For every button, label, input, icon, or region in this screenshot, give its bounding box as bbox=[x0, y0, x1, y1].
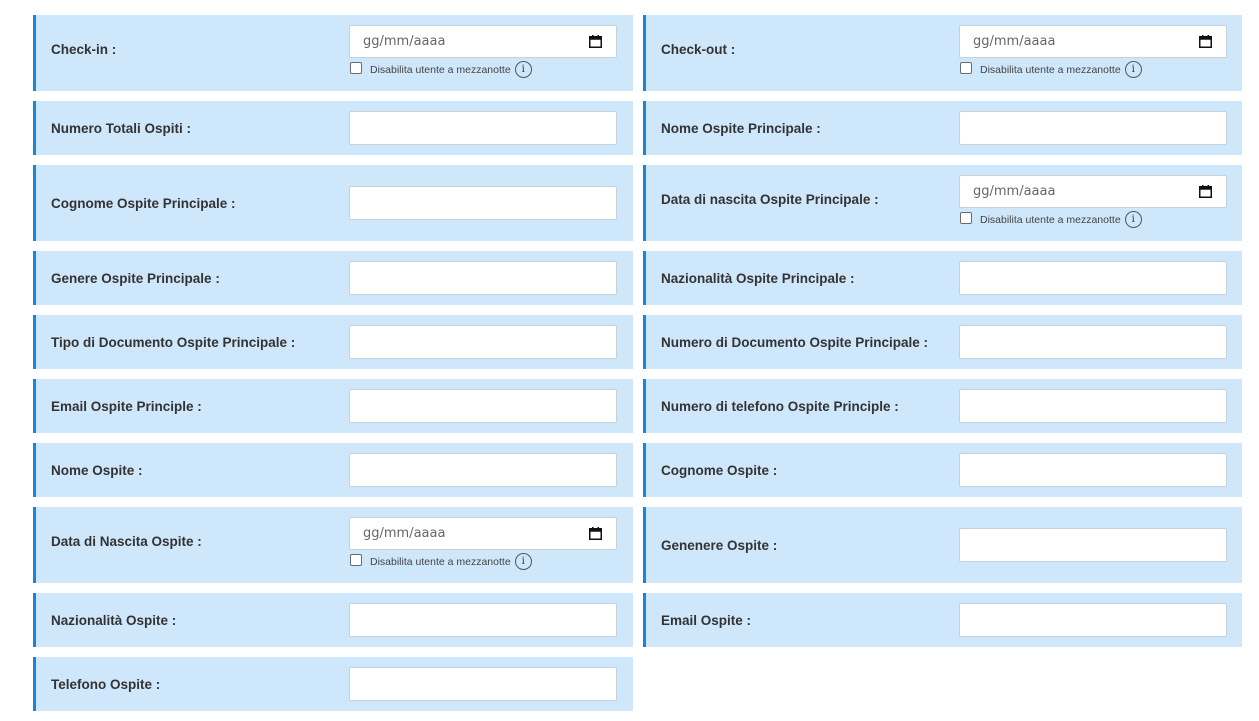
total-guests-label: Numero Totali Ospiti : bbox=[51, 120, 192, 136]
date-placeholder: gg/mm/aaaa bbox=[973, 184, 1056, 199]
disable-midnight-checkbox[interactable] bbox=[350, 553, 362, 566]
main-guest-surname-input[interactable] bbox=[349, 186, 617, 220]
main-guest-document-type-label: Tipo di Documento Ospite Principale : bbox=[51, 334, 296, 350]
guest-birthdate-row: Data di Nascita Ospite : gg/mm/aaaa Disa… bbox=[33, 507, 633, 583]
main-guest-gender-input[interactable] bbox=[349, 261, 617, 295]
main-guest-document-type-input[interactable] bbox=[349, 325, 617, 359]
info-icon[interactable]: i bbox=[514, 553, 532, 570]
main-guest-gender-label: Genere Ospite Principale : bbox=[51, 270, 220, 286]
main-guest-surname-label: Cognome Ospite Principale : bbox=[51, 195, 236, 211]
calendar-icon[interactable] bbox=[1199, 35, 1212, 48]
guest-gender-label: Genenere Ospite : bbox=[661, 537, 778, 553]
checkin-label: Check-in : bbox=[51, 42, 117, 57]
main-guest-email-input[interactable] bbox=[349, 389, 617, 423]
total-guests-row: Numero Totali Ospiti : bbox=[33, 101, 633, 155]
main-guest-nationality-input[interactable] bbox=[959, 261, 1227, 295]
main-guest-nationality-row: Nazionalità Ospite Principale : bbox=[643, 251, 1242, 305]
guest-gender-row: Genenere Ospite : bbox=[643, 507, 1242, 583]
disable-midnight-option: Disabilita utente a mezzanotte i bbox=[350, 553, 617, 570]
main-guest-name-row: Nome Ospite Principale : bbox=[643, 101, 1242, 155]
main-guest-document-number-row: Numero di Documento Ospite Principale : bbox=[643, 315, 1242, 369]
guest-nationality-row: Nazionalità Ospite : bbox=[33, 593, 633, 647]
checkout-date-group: gg/mm/aaaa Disabilita utente a mezzanott… bbox=[959, 25, 1227, 78]
disable-midnight-option: Disabilita utente a mezzanotte i bbox=[960, 61, 1227, 78]
main-guest-birthdate-group: gg/mm/aaaa Disabilita utente a mezzanott… bbox=[959, 175, 1227, 228]
main-guest-name-input[interactable] bbox=[959, 111, 1227, 145]
main-guest-phone-row: Numero di telefono Ospite Principle : bbox=[643, 379, 1242, 433]
guest-surname-row: Cognome Ospite : bbox=[643, 443, 1242, 497]
main-guest-name-label: Nome Ospite Principale : bbox=[661, 120, 821, 136]
disable-midnight-option: Disabilita utente a mezzanotte i bbox=[350, 61, 617, 78]
disable-midnight-label: Disabilita utente a mezzanotte bbox=[370, 555, 511, 568]
guest-surname-label: Cognome Ospite : bbox=[661, 462, 778, 478]
disable-midnight-checkbox[interactable] bbox=[960, 61, 972, 74]
main-guest-email-row: Email Ospite Principle : bbox=[33, 379, 633, 433]
main-guest-email-label: Email Ospite Principle : bbox=[51, 398, 202, 414]
info-icon[interactable]: i bbox=[1124, 211, 1142, 228]
date-placeholder: gg/mm/aaaa bbox=[973, 34, 1056, 49]
info-icon[interactable]: i bbox=[514, 61, 532, 78]
disable-midnight-checkbox[interactable] bbox=[350, 61, 362, 74]
disable-midnight-label: Disabilita utente a mezzanotte bbox=[370, 63, 511, 76]
guest-name-input[interactable] bbox=[349, 453, 617, 487]
guest-phone-input[interactable] bbox=[349, 667, 617, 701]
checkin-row: Check-in : gg/mm/aaaa Disabilita utente … bbox=[33, 15, 633, 91]
guest-birthdate-input[interactable]: gg/mm/aaaa bbox=[349, 517, 617, 550]
checkout-date-input[interactable]: gg/mm/aaaa bbox=[959, 25, 1227, 58]
main-guest-document-number-input[interactable] bbox=[959, 325, 1227, 359]
main-guest-nationality-label: Nazionalità Ospite Principale : bbox=[661, 270, 855, 286]
main-guest-document-number-label: Numero di Documento Ospite Principale : bbox=[661, 334, 929, 350]
checkout-row: Check-out : gg/mm/aaaa Disabilita utente… bbox=[643, 15, 1242, 91]
date-placeholder: gg/mm/aaaa bbox=[363, 34, 446, 49]
guest-name-label: Nome Ospite : bbox=[51, 462, 143, 478]
total-guests-input[interactable] bbox=[349, 111, 617, 145]
main-guest-phone-label: Numero di telefono Ospite Principle : bbox=[661, 398, 899, 414]
guest-gender-input[interactable] bbox=[959, 528, 1227, 562]
date-placeholder: gg/mm/aaaa bbox=[363, 526, 446, 541]
main-guest-surname-row: Cognome Ospite Principale : bbox=[33, 165, 633, 241]
calendar-icon[interactable] bbox=[589, 527, 602, 540]
guest-phone-row: Telefono Ospite : bbox=[33, 657, 633, 711]
disable-midnight-checkbox[interactable] bbox=[960, 211, 972, 224]
main-guest-birthdate-label: Data di nascita Ospite Principale : bbox=[661, 192, 879, 207]
disable-midnight-option: Disabilita utente a mezzanotte i bbox=[960, 211, 1227, 228]
checkout-label: Check-out : bbox=[661, 42, 736, 57]
main-guest-birthdate-input[interactable]: gg/mm/aaaa bbox=[959, 175, 1227, 208]
guest-registration-form: Check-in : gg/mm/aaaa Disabilita utente … bbox=[33, 15, 1242, 721]
disable-midnight-label: Disabilita utente a mezzanotte bbox=[980, 63, 1121, 76]
info-icon[interactable]: i bbox=[1124, 61, 1142, 78]
guest-email-row: Email Ospite : bbox=[643, 593, 1242, 647]
checkin-date-group: gg/mm/aaaa Disabilita utente a mezzanott… bbox=[349, 25, 617, 78]
main-guest-phone-input[interactable] bbox=[959, 389, 1227, 423]
guest-email-input[interactable] bbox=[959, 603, 1227, 637]
disable-midnight-label: Disabilita utente a mezzanotte bbox=[980, 213, 1121, 226]
guest-birthdate-group: gg/mm/aaaa Disabilita utente a mezzanott… bbox=[349, 517, 617, 570]
guest-email-label: Email Ospite : bbox=[661, 612, 752, 628]
main-guest-gender-row: Genere Ospite Principale : bbox=[33, 251, 633, 305]
guest-nationality-label: Nazionalità Ospite : bbox=[51, 612, 177, 628]
guest-surname-input[interactable] bbox=[959, 453, 1227, 487]
calendar-icon[interactable] bbox=[1199, 185, 1212, 198]
checkin-date-input[interactable]: gg/mm/aaaa bbox=[349, 25, 617, 58]
main-guest-birthdate-row: Data di nascita Ospite Principale : gg/m… bbox=[643, 165, 1242, 241]
main-guest-document-type-row: Tipo di Documento Ospite Principale : bbox=[33, 315, 633, 369]
guest-birthdate-label: Data di Nascita Ospite : bbox=[51, 534, 202, 549]
guest-name-row: Nome Ospite : bbox=[33, 443, 633, 497]
calendar-icon[interactable] bbox=[589, 35, 602, 48]
guest-nationality-input[interactable] bbox=[349, 603, 617, 637]
guest-phone-label: Telefono Ospite : bbox=[51, 676, 161, 692]
